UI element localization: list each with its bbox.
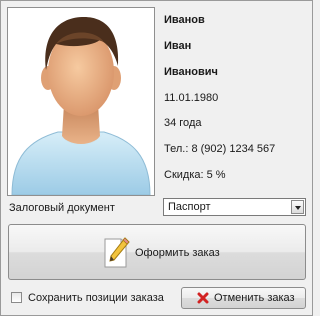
- save-positions-checkbox[interactable]: [11, 292, 22, 303]
- red-x-icon: [197, 292, 209, 304]
- save-positions-label[interactable]: Сохранить позиции заказа: [28, 291, 164, 305]
- customer-panel: Иванов Иван Иванович 11.01.1980 34 года …: [0, 0, 313, 316]
- deposit-select[interactable]: Паспорт: [163, 198, 306, 216]
- place-order-label: Оформить заказ: [135, 247, 220, 259]
- place-order-button[interactable]: Оформить заказ: [8, 224, 306, 280]
- last-name: Иванов: [164, 14, 205, 26]
- patronymic: Иванович: [164, 66, 218, 78]
- phone: Тел.: 8 (902) 1234 567: [164, 143, 276, 155]
- birth-date: 11.01.1980: [164, 92, 219, 104]
- cancel-order-button[interactable]: Отменить заказ: [181, 287, 306, 309]
- first-name: Иван: [164, 40, 192, 52]
- age: 34 года: [164, 117, 202, 129]
- pencil-paper-icon: [104, 237, 130, 268]
- avatar-icon: [11, 16, 151, 195]
- deposit-label: Залоговый документ: [9, 202, 115, 214]
- discount: Скидка: 5 %: [164, 169, 226, 181]
- cancel-order-label: Отменить заказ: [214, 292, 295, 304]
- dropdown-arrow-icon[interactable]: [291, 200, 304, 214]
- deposit-select-value: Паспорт: [168, 201, 211, 213]
- customer-photo: [7, 7, 155, 196]
